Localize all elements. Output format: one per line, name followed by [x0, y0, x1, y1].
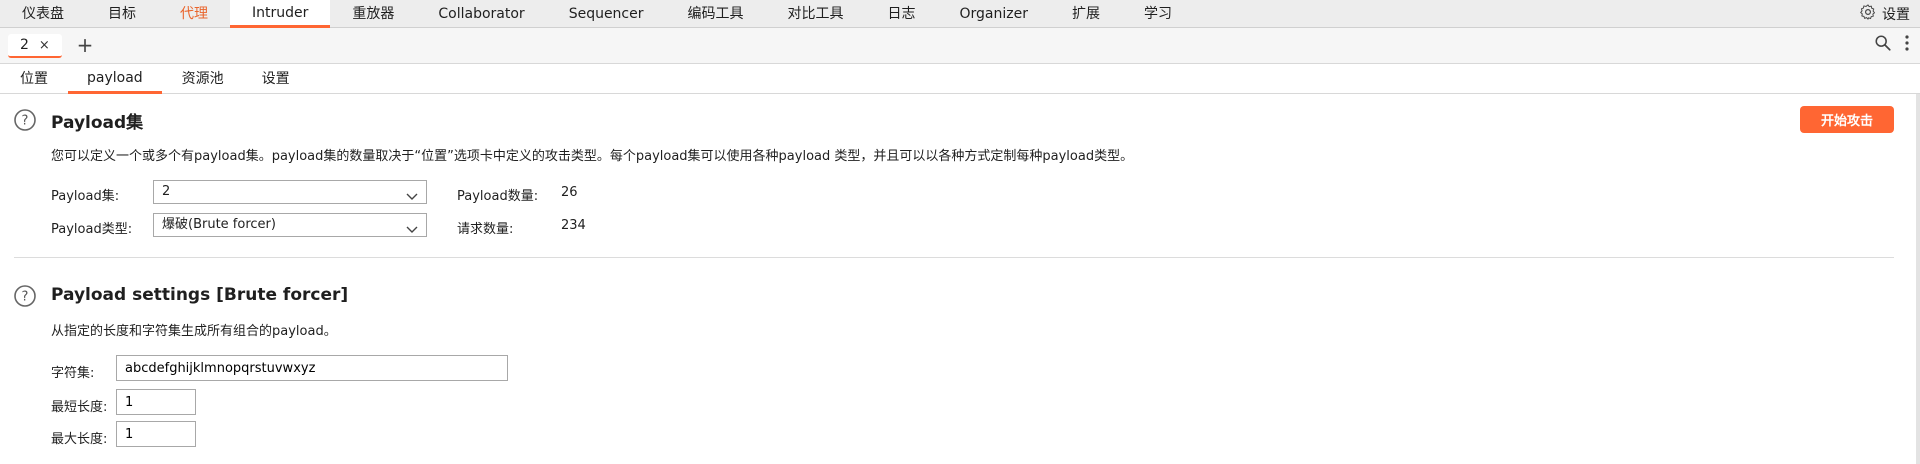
strip-tools: [1874, 34, 1910, 56]
nav-logger[interactable]: 日志: [866, 0, 938, 28]
payload-set-select[interactable]: 2: [153, 180, 427, 204]
subtab-payloads[interactable]: payload: [68, 64, 162, 94]
nav-learn[interactable]: 学习: [1122, 0, 1194, 28]
chevron-down-icon: [406, 220, 418, 242]
request-tab[interactable]: 2 ×: [8, 34, 62, 58]
search-icon[interactable]: [1874, 34, 1892, 56]
nav-intruder[interactable]: Intruder: [230, 0, 331, 28]
nav-dashboard[interactable]: 仪表盘: [0, 0, 86, 28]
nav-extensions[interactable]: 扩展: [1050, 0, 1122, 28]
nav-comparer[interactable]: 对比工具: [766, 0, 866, 28]
payload-set-value: 2: [162, 184, 171, 199]
more-options-icon[interactable]: [1904, 34, 1910, 56]
svg-text:?: ?: [22, 114, 29, 129]
close-icon[interactable]: ×: [39, 38, 50, 53]
payload-settings-title: Payload settings [Brute forcer]: [51, 285, 349, 305]
payload-sets-title: Payload集: [51, 113, 144, 133]
payload-settings-description: 从指定的长度和字符集生成所有组合的payload。: [51, 324, 337, 339]
nav-organizer[interactable]: Organizer: [938, 0, 1050, 28]
payload-set-label: Payload集:: [51, 189, 120, 204]
payload-type-select[interactable]: 爆破(Brute forcer): [153, 213, 427, 237]
payload-count-label: Payload数量:: [457, 189, 539, 204]
nav-decoder[interactable]: 编码工具: [666, 0, 766, 28]
chevron-down-icon: [406, 187, 418, 209]
payload-sets-description: 您可以定义一个或多个有payload集。payload集的数量取决于“位置”选项…: [51, 149, 1134, 164]
max-length-label: 最大长度:: [51, 432, 108, 447]
help-icon[interactable]: ?: [13, 108, 37, 136]
payload-count-value: 26: [561, 185, 578, 200]
payload-type-label: Payload类型:: [51, 222, 133, 237]
intruder-subtabs: 位置 payload 资源池 设置: [0, 64, 1920, 94]
subtab-settings[interactable]: 设置: [244, 64, 308, 94]
settings-button[interactable]: 设置: [1859, 0, 1910, 28]
main-nav: 仪表盘 目标 代理 Intruder 重放器 Collaborator Sequ…: [0, 0, 1194, 28]
request-count-value: 234: [561, 218, 586, 233]
nav-target[interactable]: 目标: [86, 0, 158, 28]
payload-type-value: 爆破(Brute forcer): [162, 217, 276, 232]
subtab-resource-pool[interactable]: 资源池: [164, 64, 242, 94]
max-length-input[interactable]: [116, 421, 196, 447]
nav-collaborator[interactable]: Collaborator: [416, 0, 546, 28]
gear-icon: [1859, 3, 1877, 25]
svg-text:?: ?: [22, 290, 29, 305]
subtab-positions[interactable]: 位置: [2, 64, 66, 94]
nav-repeater[interactable]: 重放器: [330, 0, 416, 28]
min-length-input[interactable]: [116, 389, 196, 415]
charset-label: 字符集:: [51, 366, 95, 381]
section-divider: [14, 257, 1894, 258]
help-icon[interactable]: ?: [13, 284, 37, 312]
min-length-label: 最短长度:: [51, 400, 108, 415]
start-attack-button[interactable]: 开始攻击: [1800, 106, 1894, 133]
nav-sequencer[interactable]: Sequencer: [547, 0, 666, 28]
add-tab-button[interactable]: +: [74, 33, 96, 57]
request-count-label: 请求数量:: [457, 222, 514, 237]
nav-proxy[interactable]: 代理: [158, 0, 230, 28]
settings-label: 设置: [1882, 7, 1910, 23]
request-tab-strip: 2 × +: [0, 28, 1920, 64]
top-menu-bar: 仪表盘 目标 代理 Intruder 重放器 Collaborator Sequ…: [0, 0, 1920, 28]
request-tab-label: 2: [20, 37, 29, 53]
vertical-scrollbar[interactable]: [1916, 94, 1920, 464]
charset-input[interactable]: [116, 355, 508, 381]
